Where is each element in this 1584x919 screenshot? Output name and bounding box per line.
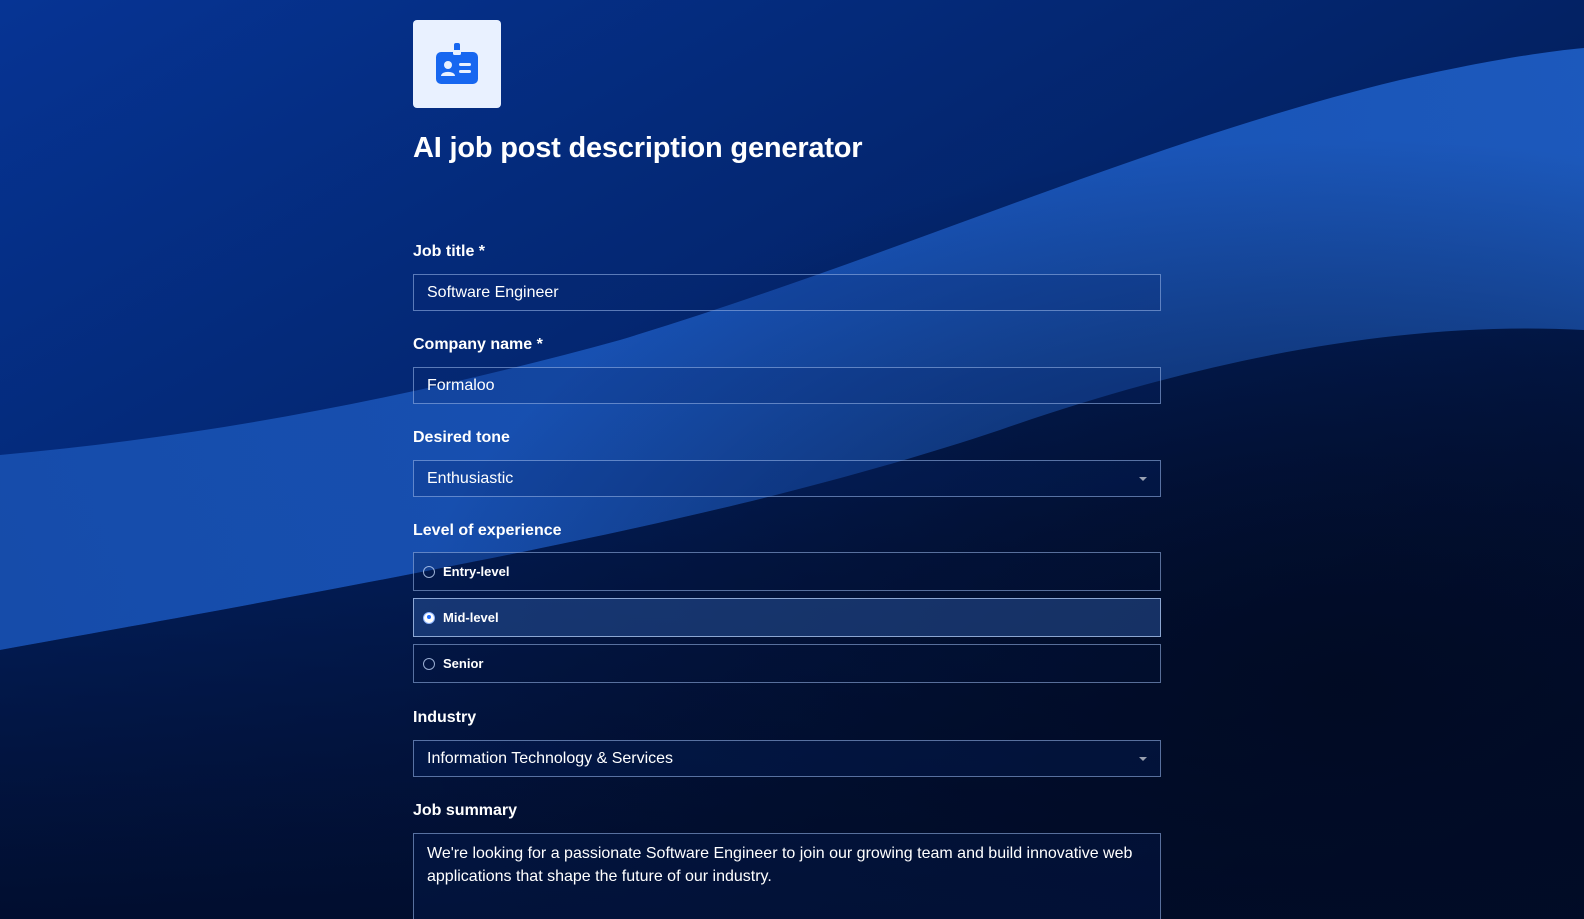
radio-button-icon xyxy=(423,565,435,578)
desired-tone-select[interactable]: Enthusiastic xyxy=(413,460,1161,497)
company-name-label: Company name * xyxy=(413,336,543,353)
chevron-down-icon xyxy=(1139,477,1147,481)
form-logo xyxy=(413,20,501,108)
radio-option-mid-level[interactable]: Mid-level xyxy=(413,598,1161,637)
job-title-label: Job title * xyxy=(413,243,486,260)
form-container: AI job post description generator Job ti… xyxy=(413,20,1161,919)
radio-button-icon xyxy=(423,657,435,670)
job-summary-value: We're looking for a passionate Software … xyxy=(427,845,1133,885)
company-name-input[interactable]: Formaloo xyxy=(413,367,1161,404)
chevron-down-icon xyxy=(1139,757,1147,761)
job-title-value: Software Engineer xyxy=(427,283,559,301)
industry-field: Industry Information Technology & Servic… xyxy=(413,708,1161,777)
desired-tone-field: Desired tone Enthusiastic xyxy=(413,428,1161,497)
job-title-field: Job title * Software Engineer xyxy=(413,242,1161,311)
company-name-value: Formaloo xyxy=(427,376,495,394)
company-name-field: Company name * Formaloo xyxy=(413,335,1161,404)
job-title-input[interactable]: Software Engineer xyxy=(413,274,1161,311)
job-summary-textarea[interactable]: We're looking for a passionate Software … xyxy=(413,833,1161,919)
radio-option-label: Entry-level xyxy=(443,564,510,579)
experience-label: Level of experience xyxy=(413,522,562,539)
desired-tone-label: Desired tone xyxy=(413,429,510,446)
radio-option-label: Mid-level xyxy=(443,610,499,625)
page-title: AI job post description generator xyxy=(413,132,863,164)
industry-select[interactable]: Information Technology & Services xyxy=(413,740,1161,777)
industry-label: Industry xyxy=(413,709,477,726)
desired-tone-value: Enthusiastic xyxy=(427,469,514,487)
radio-button-selected-icon xyxy=(423,611,435,624)
id-badge-icon xyxy=(436,43,478,84)
job-summary-field: Job summary We're looking for a passiona… xyxy=(413,801,1161,919)
radio-option-senior[interactable]: Senior xyxy=(413,644,1161,683)
radio-option-entry-level[interactable]: Entry-level xyxy=(413,552,1161,591)
experience-field: Level of experience Entry-level Mid-leve… xyxy=(413,521,1161,683)
job-summary-label: Job summary xyxy=(413,802,518,819)
industry-value: Information Technology & Services xyxy=(427,749,674,767)
radio-option-label: Senior xyxy=(443,656,484,671)
